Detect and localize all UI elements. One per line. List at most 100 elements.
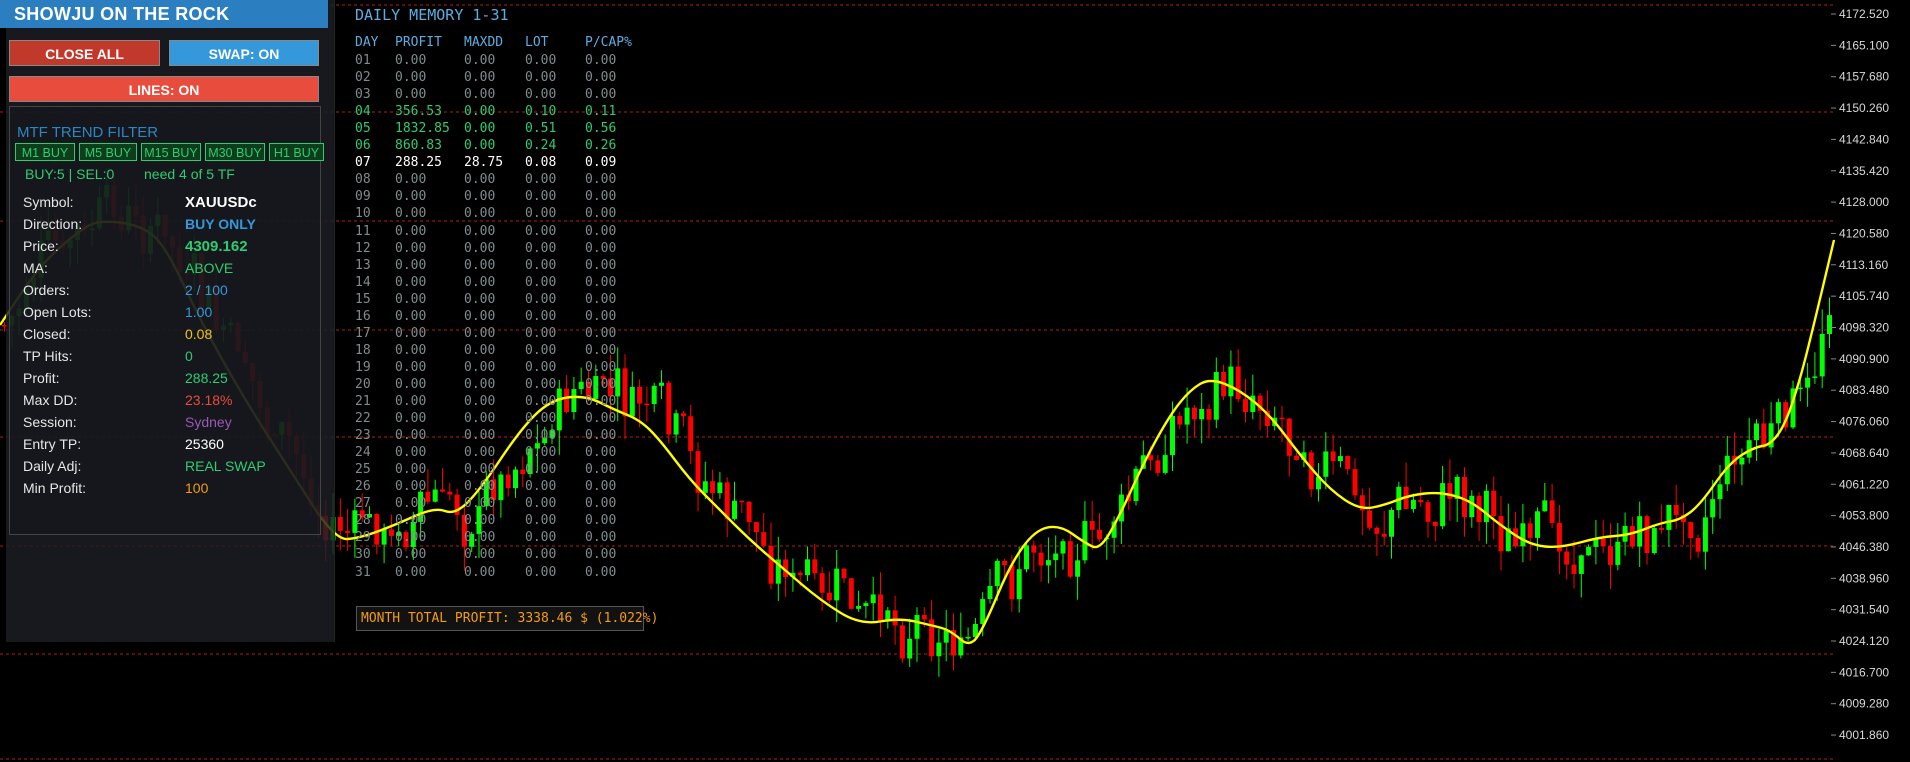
table-cell: 0.08 bbox=[525, 155, 557, 171]
table-cell: 0.00 bbox=[464, 206, 496, 222]
candle-body bbox=[1498, 516, 1504, 552]
candle-body bbox=[1695, 538, 1701, 552]
table-cell: 0.00 bbox=[395, 376, 427, 392]
tf-button-h1[interactable]: H1 BUY bbox=[269, 143, 324, 161]
candle-body bbox=[447, 491, 453, 495]
table-cell: 22 bbox=[355, 411, 371, 427]
info-value: REAL SWAP bbox=[185, 458, 266, 474]
candle-body bbox=[1206, 408, 1212, 420]
candle-body bbox=[1586, 546, 1592, 556]
table-cell: 0.00 bbox=[464, 138, 496, 154]
table-cell: 0.00 bbox=[585, 308, 617, 324]
table-cell: 30 bbox=[355, 547, 371, 563]
candle-body bbox=[1235, 366, 1241, 400]
lines-toggle-button[interactable]: LINES: ON bbox=[9, 76, 319, 102]
candle-body bbox=[666, 382, 672, 435]
candle-body bbox=[637, 386, 643, 404]
candle-body bbox=[863, 603, 869, 607]
column-header-profit: PROFIT bbox=[395, 35, 442, 50]
candle-body bbox=[1075, 560, 1081, 577]
table-cell: 0.00 bbox=[464, 496, 496, 512]
candle-body bbox=[564, 388, 570, 413]
table-cell: 0.26 bbox=[585, 138, 617, 154]
table-cell: 0.00 bbox=[395, 206, 427, 222]
swap-toggle-button[interactable]: SWAP: ON bbox=[169, 40, 319, 66]
table-cell: 28 bbox=[355, 513, 371, 529]
candle-body bbox=[899, 625, 905, 659]
table-cell: 1832.85 bbox=[395, 121, 450, 137]
candle-body bbox=[1432, 521, 1438, 527]
candle-body bbox=[1469, 495, 1475, 518]
candle-body bbox=[1702, 517, 1708, 552]
table-cell: 0.00 bbox=[464, 376, 496, 392]
candle-body bbox=[1571, 564, 1577, 574]
price-axis-label: 4150.260 bbox=[1839, 101, 1889, 115]
candle-body bbox=[943, 630, 949, 643]
table-cell: 0.00 bbox=[395, 462, 427, 478]
table-cell: 0.00 bbox=[585, 223, 617, 239]
table-cell: 18 bbox=[355, 342, 371, 358]
table-cell: 0.00 bbox=[585, 462, 617, 478]
table-cell: 0.00 bbox=[585, 513, 617, 529]
candle-body bbox=[1381, 533, 1387, 537]
table-cell: 0.00 bbox=[585, 342, 617, 358]
candle-body bbox=[936, 642, 942, 657]
table-cell: 0.11 bbox=[585, 104, 617, 120]
candle-body bbox=[1191, 407, 1197, 420]
table-cell: 0.00 bbox=[585, 428, 617, 444]
info-value: 288.25 bbox=[185, 370, 228, 386]
table-cell: 860.83 bbox=[395, 138, 442, 154]
candle-body bbox=[965, 636, 971, 639]
candle-body bbox=[1578, 555, 1584, 574]
candle-body bbox=[1535, 511, 1540, 538]
table-cell: 0.00 bbox=[525, 564, 557, 580]
table-cell: 0.00 bbox=[395, 342, 427, 358]
candle-body bbox=[1666, 504, 1672, 530]
table-cell: 0.00 bbox=[525, 342, 557, 358]
tf-button-m30[interactable]: M30 BUY bbox=[205, 143, 265, 161]
table-cell: 0.00 bbox=[585, 496, 617, 512]
mtf-trend-filter-title: MTF TREND FILTER bbox=[17, 124, 159, 141]
table-cell: 28.75 bbox=[464, 155, 504, 171]
candle-body bbox=[1644, 516, 1650, 553]
table-cell: 0.24 bbox=[525, 138, 557, 154]
candle-body bbox=[746, 501, 752, 523]
table-cell: 0.00 bbox=[395, 428, 427, 444]
candle-body bbox=[1228, 366, 1234, 397]
table-cell: 0.00 bbox=[585, 70, 617, 86]
candle-body bbox=[1717, 484, 1723, 500]
candle-body bbox=[980, 599, 986, 625]
price-axis-label: 4157.680 bbox=[1839, 70, 1889, 84]
info-label: Daily Adj: bbox=[23, 458, 82, 474]
info-label: Closed: bbox=[23, 326, 71, 342]
table-cell: 0.00 bbox=[464, 530, 496, 546]
tf-button-m15[interactable]: M15 BUY bbox=[141, 143, 201, 161]
candle-body bbox=[1045, 560, 1051, 566]
candle-body bbox=[505, 474, 511, 489]
table-cell: 0.00 bbox=[395, 87, 427, 103]
candle-body bbox=[1024, 545, 1029, 570]
table-cell: 0.00 bbox=[525, 291, 557, 307]
table-cell: 12 bbox=[355, 240, 371, 256]
table-cell: 0.00 bbox=[395, 394, 427, 409]
table-cell: 0.00 bbox=[585, 291, 617, 307]
candle-body bbox=[1549, 500, 1555, 523]
candle-body bbox=[381, 529, 387, 545]
info-label: Max DD: bbox=[23, 392, 78, 408]
candle-body bbox=[1483, 490, 1489, 523]
table-cell: 0.00 bbox=[585, 394, 617, 409]
candle-body bbox=[856, 606, 862, 609]
table-cell: 05 bbox=[355, 121, 371, 137]
table-cell: 31 bbox=[355, 564, 371, 580]
table-cell: 0.00 bbox=[395, 240, 427, 256]
tf-button-m5[interactable]: M5 BUY bbox=[79, 143, 137, 161]
table-cell: 0.00 bbox=[464, 104, 496, 120]
candle-body bbox=[1673, 504, 1679, 515]
candle-body bbox=[1389, 509, 1394, 537]
table-cell: 13 bbox=[355, 257, 371, 273]
price-axis-label: 4038.960 bbox=[1839, 571, 1889, 585]
candle-body bbox=[732, 500, 737, 519]
close-all-button[interactable]: CLOSE ALL bbox=[9, 40, 160, 66]
tf-button-m1[interactable]: M1 BUY bbox=[15, 143, 75, 161]
column-header-lot: LOT bbox=[525, 35, 549, 50]
